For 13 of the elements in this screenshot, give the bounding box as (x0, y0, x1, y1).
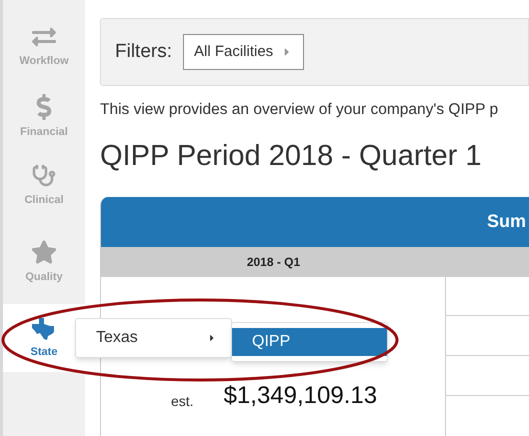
stethoscope-icon (32, 164, 56, 188)
page-title: QIPP Period 2018 - Quarter 1 (100, 139, 483, 174)
estimated-amount: $1,349,109.13 (224, 381, 378, 411)
star-icon (31, 238, 57, 265)
menu-item[interactable]: QIPP (232, 328, 387, 356)
facilities-dropdown[interactable]: All Facilities (183, 34, 304, 70)
table-header: Sum (487, 210, 526, 234)
exchange-arrows-icon (32, 24, 56, 49)
est-label: est. (171, 392, 194, 411)
filters-label: Filters: (115, 40, 172, 64)
texas-icon (31, 316, 57, 340)
column-header: 2018 - Q1 (246, 254, 302, 271)
description-text: This view provides an overview of your company's QIPP p (100, 100, 500, 120)
